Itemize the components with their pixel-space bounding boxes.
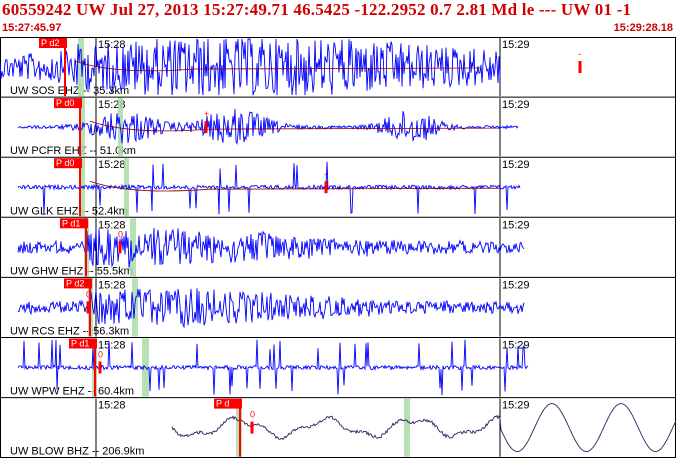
coda-symbol: -: [324, 169, 327, 179]
channel-label: UW RCS EHZ -- 56.3km: [10, 326, 129, 338]
time-tick-label: 15:28: [98, 400, 126, 412]
seismogram-panel[interactable]: 15:28 15:29UW SOS EHZ -- 35.3km15:28 15:29…: [0, 37, 676, 458]
channel-label: UW GLK EHZ -- 52.4km: [10, 205, 128, 217]
time-tick-label: 15:29: [502, 340, 530, 352]
time-tick-label: 15:29: [502, 400, 530, 412]
coda-symbol: -: [578, 49, 581, 59]
pick-label[interactable]: P d: [216, 399, 229, 409]
pick-label[interactable]: P d0: [56, 98, 74, 108]
seismic-trace: [171, 403, 676, 453]
time-tick-label: 15:28: [98, 279, 126, 291]
time-tick-label: 15:29: [502, 279, 530, 291]
time-tick-label: 15:28: [98, 159, 126, 171]
channel-label: UW GHW EHZ -- 55.5km: [10, 265, 133, 277]
pick-label[interactable]: P d2: [66, 278, 84, 288]
pick-label[interactable]: P d0: [56, 158, 74, 168]
time-tick-label: 15:28: [98, 39, 126, 51]
pick-label[interactable]: P d1: [71, 339, 89, 349]
coda-symbol: +: [204, 109, 209, 119]
event-title: 60559242 UW Jul 27, 2013 15:27:49.71 46.…: [2, 0, 632, 19]
time-tick-label: 15:29: [502, 99, 530, 111]
time-tick-label: 15:29: [502, 159, 530, 171]
coda-symbol: 0: [250, 410, 255, 420]
seismic-trace: [17, 288, 525, 329]
time-tick-label: 15:29: [502, 39, 530, 51]
theoretical-arrival-band: [78, 38, 84, 97]
channel-label: UW PCFR EHZ -- 51.0km: [10, 145, 136, 157]
start-time: 15:27:45.97: [2, 22, 62, 34]
event-header: 60559242 UW Jul 27, 2013 15:27:49.71 46.…: [0, 0, 676, 38]
channel-label: UW BLOW BHZ -- 206.9km: [10, 446, 144, 458]
time-tick-label: 15:29: [502, 219, 530, 231]
coda-symbol: 0: [118, 229, 123, 239]
pick-label[interactable]: P d2: [41, 38, 59, 48]
coda-symbol: 0: [98, 350, 103, 360]
theoretical-arrival-band: [404, 398, 410, 457]
end-time: 15:29:28.18: [613, 22, 673, 34]
seismic-trace: [18, 108, 519, 145]
pick-label[interactable]: P d1: [62, 218, 80, 228]
channel-label: UW WPW EHZ -- 60.4km: [10, 386, 134, 398]
seismic-trace: [17, 227, 525, 268]
coda-symbol: 0: [86, 289, 91, 299]
